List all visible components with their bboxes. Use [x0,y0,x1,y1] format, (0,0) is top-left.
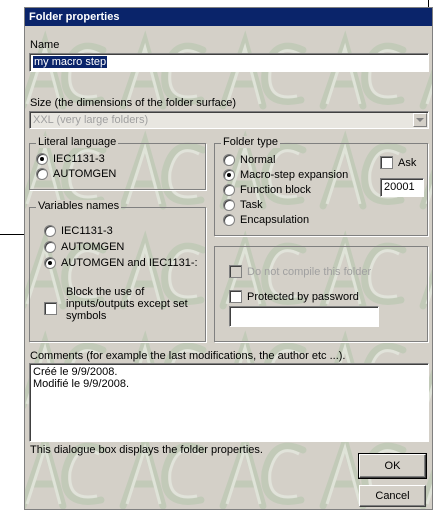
combo-arrow-button[interactable] [413,113,427,127]
radio-button-selected[interactable] [36,153,48,165]
block-io-checkbox[interactable] [44,302,57,315]
compile-password-group: Do not compile this folder Protected by … [214,246,428,342]
variables-names-label: Variables names [36,200,122,212]
radio-button[interactable] [223,184,235,196]
ok-button[interactable]: OK [358,453,427,479]
radio-type-function-block[interactable]: Function block [223,184,311,196]
comments-textarea[interactable]: Créé le 9/9/2008. Modifié le 9/9/2008. [29,363,429,442]
name-field[interactable]: my macro step [29,53,429,72]
radio-button[interactable] [36,168,48,180]
comments-label: Comments (for example the last modificat… [30,350,346,362]
radio-type-macro-step[interactable]: Macro-step expansion [223,169,348,181]
literal-language-label: Literal language [36,136,119,148]
folder-type-label: Folder type [221,136,281,148]
radio-literal-automgen[interactable]: AUTOMGEN [36,168,116,180]
radio-button[interactable] [44,225,56,237]
checkbox[interactable] [229,290,242,303]
radio-type-normal[interactable]: Normal [223,154,275,166]
checkbox[interactable] [380,156,393,169]
macro-step-number-field[interactable]: 20001 [380,178,424,197]
literal-language-group: Literal language IEC1131-3 AUTOMGEN [29,136,206,190]
background-line-left [0,234,25,235]
variables-names-group: Variables names IEC1131-3 AUTOMGEN AUTOM… [29,200,206,342]
radio-button[interactable] [223,214,235,226]
password-field[interactable] [229,306,379,327]
size-value: XXL (very large folders) [33,114,149,126]
radio-vars-both[interactable]: AUTOMGEN and IEC1131-: [44,257,198,269]
protected-by-password-checkbox[interactable]: Protected by password [229,290,359,303]
status-text: This dialogue box displays the folder pr… [30,444,263,456]
cancel-button[interactable]: Cancel [359,485,426,507]
radio-button-selected[interactable] [223,169,235,181]
name-value: my macro step [33,56,108,68]
radio-type-encapsulation[interactable]: Encapsulation [223,214,309,226]
radio-type-task[interactable]: Task [223,199,263,211]
ask-checkbox[interactable]: Ask [380,156,416,169]
radio-button-selected[interactable] [44,257,56,269]
radio-vars-iec[interactable]: IEC1131-3 [44,225,113,237]
name-label: Name [30,39,60,51]
dialog-title: Folder properties [25,8,432,26]
radio-literal-iec[interactable]: IEC1131-3 [36,153,105,165]
size-label: Size (the dimensions of the folder surfa… [30,97,237,109]
chevron-down-icon [416,117,424,122]
radio-button[interactable] [223,154,235,166]
radio-button[interactable] [44,241,56,253]
block-io-label: Block the use of inputs/outputs except s… [66,286,188,322]
do-not-compile-checkbox[interactable]: Do not compile this folder [229,265,371,278]
folder-type-group: Folder type Normal Macro-step expansion … [214,136,428,236]
folder-properties-dialog: Folder properties Name my macro step Siz… [24,7,433,510]
radio-vars-automgen[interactable]: AUTOMGEN [44,241,124,253]
size-combobox[interactable]: XXL (very large folders) [29,111,429,129]
checkbox[interactable] [229,265,242,278]
radio-button[interactable] [223,199,235,211]
